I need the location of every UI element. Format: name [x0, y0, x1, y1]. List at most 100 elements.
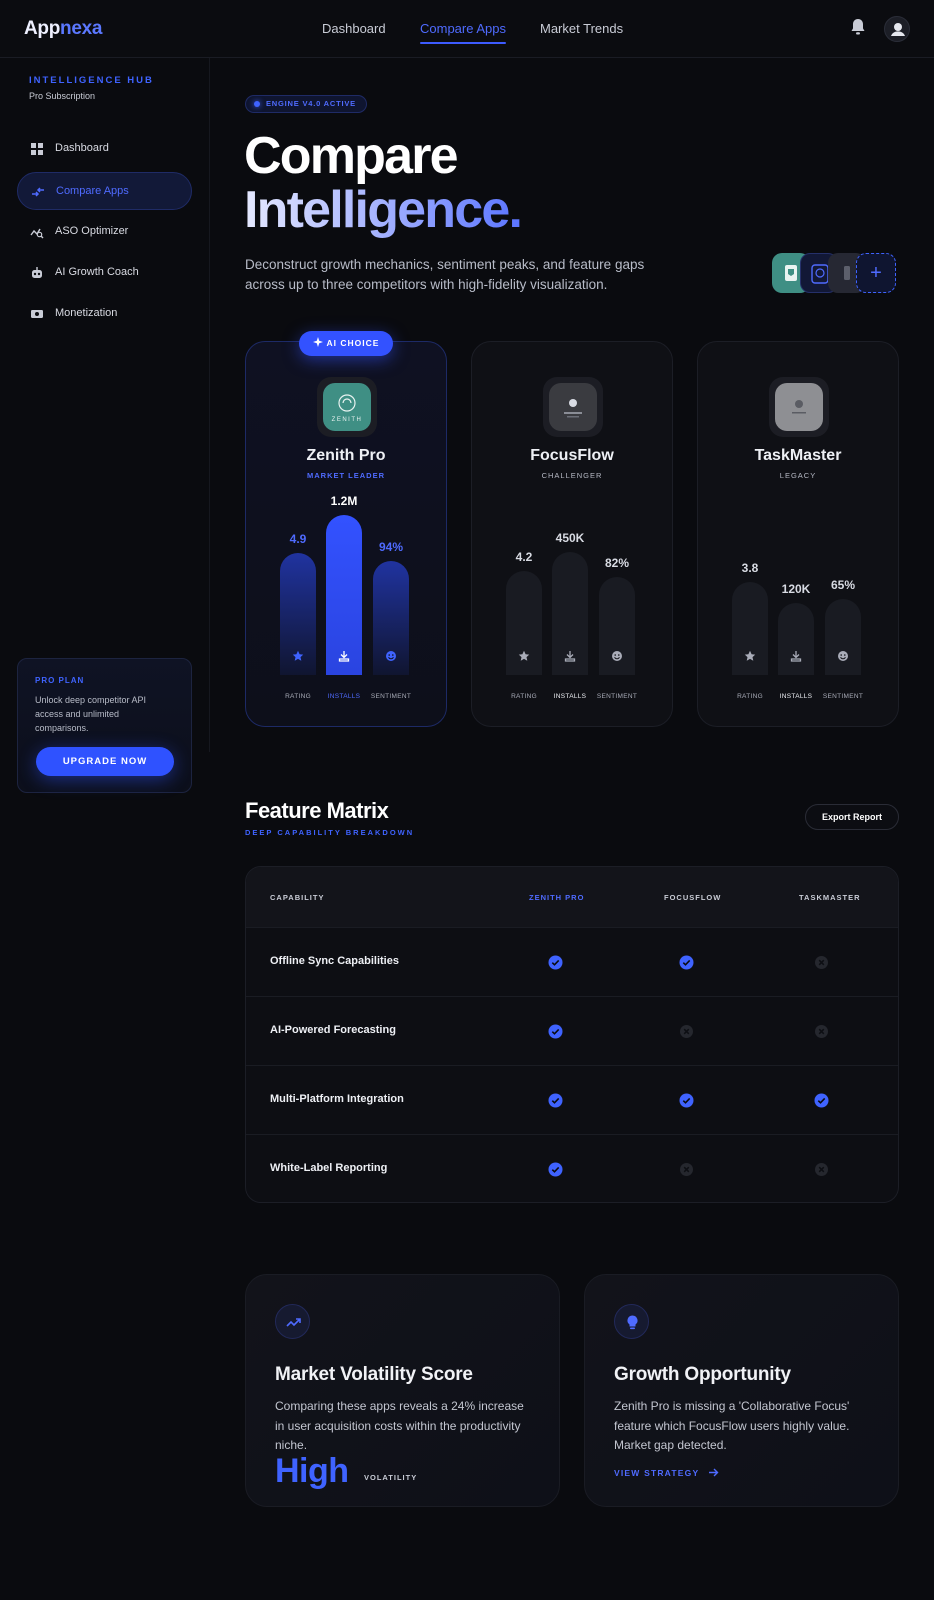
- app-card-focusflow[interactable]: FocusFlow CHALLENGER 4.2 RATING 450K INSTAL…: [471, 341, 673, 727]
- table-row: Multi-Platform Integration: [246, 1065, 898, 1134]
- check-icon: [548, 1093, 563, 1108]
- sidebar-item-label: AI Growth Coach: [55, 266, 139, 278]
- check-icon: [548, 1162, 563, 1177]
- table-row: White-Label Reporting: [246, 1134, 898, 1202]
- sparkle-icon: [312, 337, 323, 347]
- table-row: Offline Sync Capabilities: [246, 927, 898, 996]
- chart-search-icon: [30, 228, 44, 239]
- check-icon: [548, 1024, 563, 1039]
- view-strategy-link[interactable]: VIEW STRATEGY: [614, 1468, 719, 1478]
- metric-value-installs: 1.2M: [330, 494, 358, 508]
- cross-icon: [679, 1162, 694, 1177]
- sidebar-title: INTELLIGENCE HUB: [29, 75, 154, 86]
- user-avatar[interactable]: [884, 16, 910, 42]
- arrow-right-icon: [708, 1468, 719, 1477]
- app-name: TaskMaster: [754, 447, 842, 464]
- add-app-button[interactable]: +: [856, 253, 896, 293]
- sidebar-item-compare-apps[interactable]: Compare Apps: [17, 172, 192, 210]
- top-navigation: Appnexa Dashboard Compare Apps Market Tr…: [0, 0, 934, 58]
- smile-icon: [837, 649, 849, 661]
- pro-plan-card: PRO PLAN Unlock deep competitor API acce…: [17, 658, 192, 793]
- metric-value-sentiment: 65%: [830, 577, 856, 592]
- feature-name: Offline Sync Capabilities: [270, 955, 399, 967]
- app-tag: MARKET LEADER: [307, 471, 385, 480]
- selected-apps-stack: +: [772, 253, 900, 293]
- export-report-button[interactable]: Export Report: [805, 804, 899, 830]
- growth-title: Growth Opportunity: [614, 1364, 791, 1385]
- nav-market-trends[interactable]: Market Trends: [540, 21, 623, 36]
- sidebar-item-aso-optimizer[interactable]: ASO Optimizer: [17, 213, 192, 251]
- page-title-line2: Intelligence.: [244, 181, 523, 239]
- download-icon: [338, 649, 350, 662]
- sidebar-subtitle: Pro Subscription: [29, 91, 96, 101]
- ai-choice-badge: AI CHOICE: [299, 331, 393, 356]
- metric-label-sentiment: SENTIMENT: [596, 693, 638, 700]
- app-card-zenith-pro[interactable]: AI CHOICE ZENITH Zenith Pro MARKET LEADE…: [245, 331, 447, 727]
- download-icon: [790, 649, 802, 662]
- bell-icon[interactable]: [850, 18, 866, 36]
- market-volatility-card: Market Volatility Score Comparing these …: [245, 1274, 560, 1507]
- header-taskmaster: TASKMASTER: [799, 893, 861, 902]
- star-icon: [292, 649, 304, 661]
- zenith-logo-text: ZENITH: [332, 417, 363, 423]
- app-card-taskmaster[interactable]: TaskMaster LEGACY 3.8 RATING 120K INSTALLS 6…: [697, 341, 899, 727]
- engine-status-text: ENGINE V4.0 ACTIVE: [266, 99, 356, 108]
- trending-up-icon: [275, 1304, 310, 1339]
- check-icon: [679, 955, 694, 970]
- sidebar-item-monetization[interactable]: Monetization: [17, 295, 192, 333]
- engine-status-badge: ENGINE V4.0 ACTIVE: [245, 95, 367, 113]
- sidebar-item-dashboard[interactable]: Dashboard: [17, 130, 192, 168]
- feature-name: AI-Powered Forecasting: [270, 1024, 396, 1036]
- smile-icon: [385, 649, 397, 661]
- metric-value-rating: 4.9: [289, 531, 307, 546]
- nav-dashboard[interactable]: Dashboard: [322, 21, 386, 36]
- user-icon: [891, 23, 905, 36]
- check-icon: [548, 955, 563, 970]
- feature-matrix-title: Feature Matrix: [245, 798, 389, 823]
- metric-value-rating: 4.2: [515, 550, 533, 565]
- focusflow-logo-icon: [549, 383, 597, 431]
- app-name: FocusFlow: [530, 447, 614, 464]
- view-strategy-label: VIEW STRATEGY: [614, 1468, 700, 1478]
- check-icon: [814, 1093, 829, 1108]
- status-dot-icon: [254, 101, 260, 107]
- ai-choice-text: AI CHOICE: [326, 338, 380, 348]
- volatility-label: VOLATILITY: [364, 1473, 418, 1482]
- compare-icon: [32, 187, 44, 197]
- robot-icon: [32, 267, 42, 278]
- metric-bar-installs: [778, 602, 814, 675]
- sidebar-item-label: Compare Apps: [56, 185, 129, 197]
- volatility-value: High: [275, 1452, 349, 1490]
- growth-description: Zenith Pro is missing a 'Collaborative F…: [614, 1399, 850, 1452]
- metric-value-rating: 3.8: [741, 560, 759, 575]
- metric-label-sentiment: SENTIMENT: [822, 693, 864, 700]
- app-tag: LEGACY: [779, 471, 817, 480]
- volatility-title: Market Volatility Score: [275, 1364, 473, 1385]
- volatility-description: Comparing these apps reveals a 24% incre…: [275, 1399, 524, 1452]
- metric-value-sentiment: 94%: [378, 539, 404, 554]
- cross-icon: [814, 955, 829, 970]
- table-header: CAPABILITY ZENITH PRO FOCUSFLOW TASKMAST…: [246, 867, 898, 927]
- nav-compare-apps[interactable]: Compare Apps: [420, 21, 506, 44]
- sidebar-item-label: Monetization: [55, 307, 118, 319]
- metric-bar-sentiment: [825, 598, 861, 675]
- metric-label-sentiment: SENTIMENT: [370, 693, 412, 700]
- sidebar-item-label: ASO Optimizer: [55, 225, 129, 237]
- cross-icon: [814, 1162, 829, 1177]
- cross-icon: [679, 1024, 694, 1039]
- page-title-line1: Compare: [244, 127, 459, 185]
- nav-links: Dashboard Compare Apps Market Trends: [0, 0, 934, 58]
- app-name: Zenith Pro: [306, 447, 386, 464]
- sidebar: INTELLIGENCE HUB Pro Subscription Dashbo…: [0, 58, 210, 793]
- feature-matrix-table: CAPABILITY ZENITH PRO FOCUSFLOW TASKMAST…: [245, 866, 899, 1203]
- sidebar-item-ai-growth-coach[interactable]: AI Growth Coach: [17, 254, 192, 292]
- pro-plan-description: Unlock deep competitor API access and un…: [35, 695, 147, 733]
- hero-description: Deconstruct growth mechanics, sentiment …: [245, 257, 645, 292]
- metric-value-installs: 450K: [555, 531, 585, 546]
- table-row: AI-Powered Forecasting: [246, 996, 898, 1065]
- taskmaster-logo-icon: [775, 383, 823, 431]
- upgrade-button[interactable]: UPGRADE NOW: [36, 747, 174, 776]
- feature-matrix-subtitle: DEEP CAPABILITY BREAKDOWN: [245, 828, 415, 837]
- feature-name: White-Label Reporting: [270, 1162, 388, 1174]
- app-tag: CHALLENGER: [541, 471, 603, 480]
